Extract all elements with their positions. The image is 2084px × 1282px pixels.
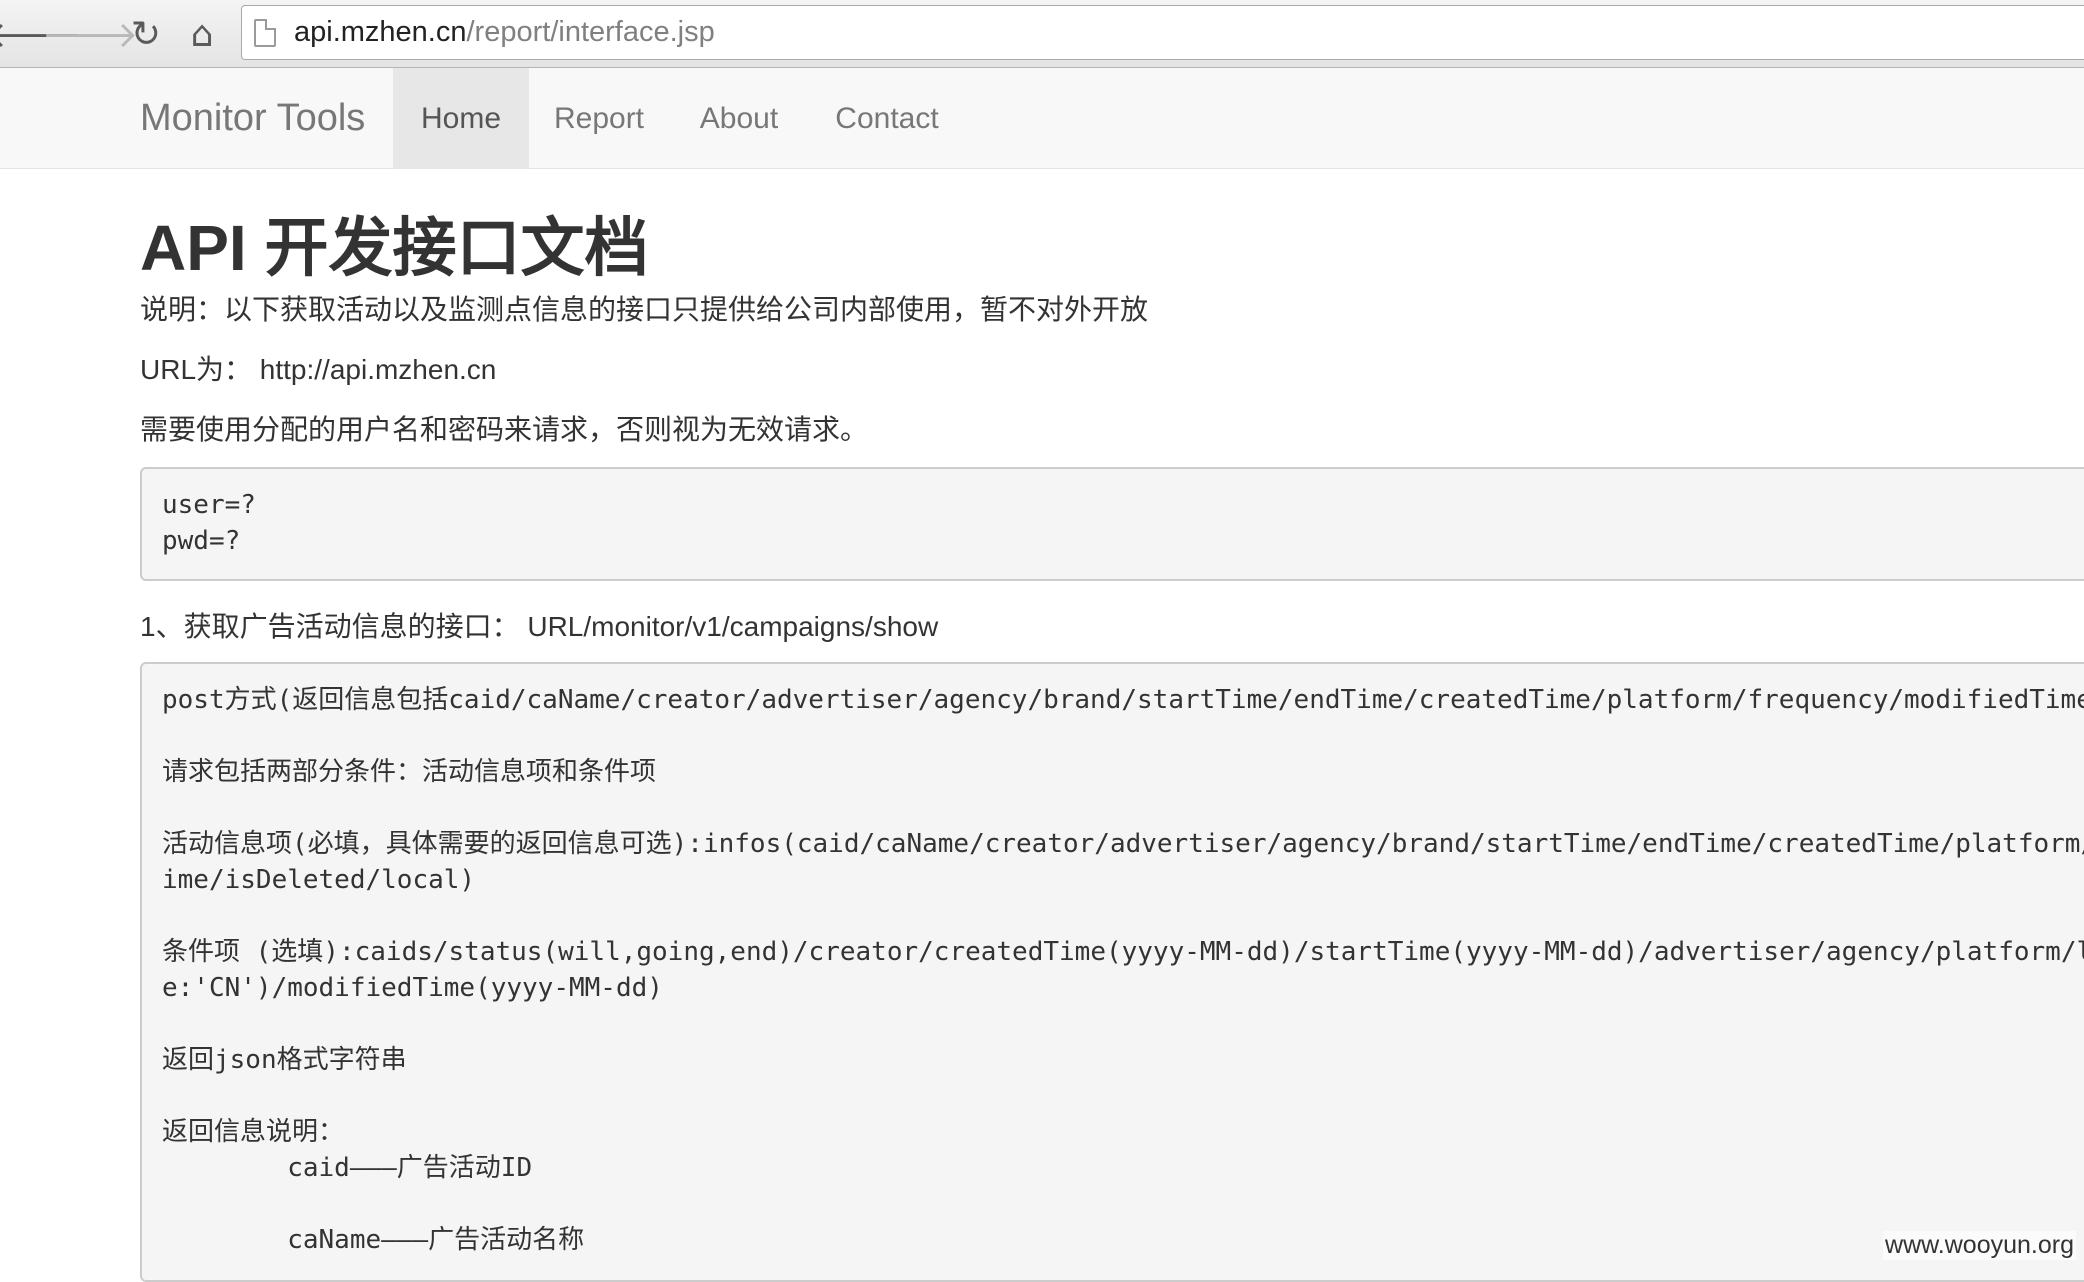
nav-item-home[interactable]: Home — [393, 68, 529, 169]
home-icon[interactable]: ⌂ — [180, 12, 224, 56]
site-navbar: Monitor Tools Home Report About Contact — [0, 68, 2084, 169]
section1-heading: 1、获取广告活动信息的接口： URL/monitor/v1/campaigns/… — [140, 605, 938, 645]
url-line: URL为： http://api.mzhen.cn — [140, 348, 496, 388]
watermark: www.wooyun.org — [1883, 1231, 2076, 1260]
page-icon — [254, 19, 276, 47]
auth-note: 需要使用分配的用户名和密码来请求，否则视为无效请求。 — [140, 408, 868, 448]
description-text: 说明：以下获取活动以及监测点信息的接口只提供给公司内部使用，暂不对外开放 — [140, 288, 1148, 328]
nav-item-contact[interactable]: Contact — [809, 68, 965, 169]
nav-item-report[interactable]: Report — [529, 68, 669, 169]
address-bar[interactable]: api.mzhen.cn/report/interface.jsp — [241, 5, 2084, 60]
forward-arrow-icon[interactable]: 🡒 — [68, 12, 112, 56]
url-host: api.mzhen.cn — [294, 16, 467, 48]
url-text[interactable]: api.mzhen.cn/report/interface.jsp — [294, 16, 715, 49]
brand-link[interactable]: Monitor Tools — [140, 68, 365, 169]
page-title: API 开发接口文档 — [140, 197, 648, 289]
browser-toolbar: 🡐 🡒 ↻ ⌂ api.mzhen.cn/report/interface.js… — [0, 0, 2084, 68]
nav-item-about[interactable]: About — [669, 68, 809, 169]
reload-icon[interactable]: ↻ — [124, 12, 168, 56]
url-path: /report/interface.jsp — [467, 16, 715, 48]
auth-code-block: user=? pwd=? — [140, 467, 2084, 581]
section1-code-block: post方式(返回信息包括caid/caName/creator/adverti… — [140, 662, 2084, 1282]
